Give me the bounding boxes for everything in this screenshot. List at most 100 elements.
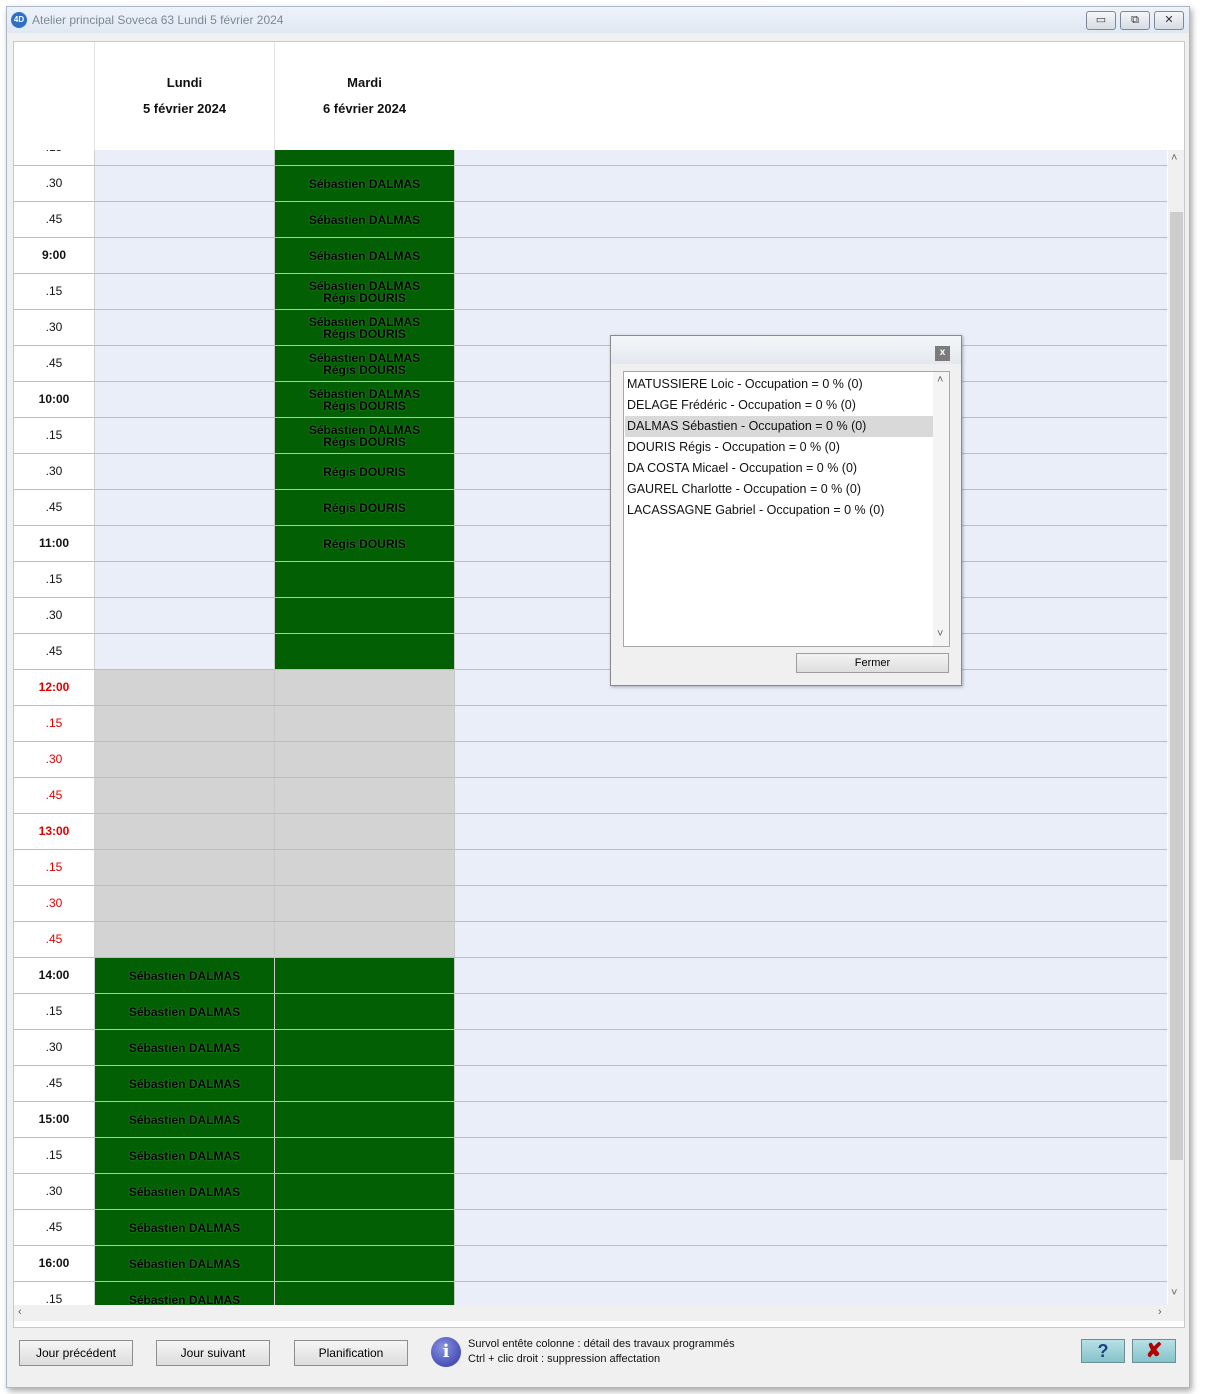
scroll-left-icon[interactable]: ‹ [18,1306,22,1318]
schedule-cell[interactable]: Sébastien DALMAS Régis DOURIS [275,310,455,346]
schedule-cell[interactable] [275,814,455,850]
list-scroll-down-icon[interactable]: ˅ [937,628,943,640]
employee-list-item[interactable]: DELAGE Frédéric - Occupation = 0 % (0) [625,395,933,416]
scroll-up-icon[interactable]: ˄ [1171,152,1177,164]
schedule-cell[interactable] [275,1174,455,1210]
schedule-cell[interactable] [95,742,275,778]
window-close-button[interactable]: ✕ [1154,11,1184,30]
header-filler [454,42,1167,150]
employee-list-item[interactable]: DALMAS Sébastien - Occupation = 0 % (0) [625,416,933,437]
schedule-cell[interactable] [95,310,275,346]
schedule-cell[interactable] [95,778,275,814]
schedule-cell[interactable] [275,922,455,958]
previous-day-button[interactable]: Jour précédent [19,1340,133,1366]
minimize-button[interactable]: ▭ [1086,11,1116,30]
schedule-cell[interactable] [275,1282,455,1305]
dialog-close-icon[interactable]: x [935,346,950,361]
schedule-cell[interactable] [95,814,275,850]
schedule-cell[interactable]: Sébastien DALMAS [95,1102,275,1138]
schedule-cell[interactable]: Sébastien DALMAS [275,202,455,238]
schedule-cell[interactable] [275,1138,455,1174]
restore-button[interactable]: ⧉ [1120,11,1150,30]
schedule-cell[interactable] [275,958,455,994]
schedule-cell[interactable] [275,1066,455,1102]
schedule-cell[interactable] [275,742,455,778]
schedule-cell[interactable] [95,490,275,526]
horizontal-scrollbar[interactable]: ‹ › [14,1305,1184,1321]
next-day-button[interactable]: Jour suivant [156,1340,270,1366]
column-header-monday[interactable]: Lundi 5 février 2024 [95,42,275,150]
schedule-cell[interactable]: Régis DOURIS [275,526,455,562]
schedule-cell[interactable] [95,886,275,922]
title-bar[interactable]: 4D Atelier principal Soveca 63 Lundi 5 f… [7,7,1189,33]
schedule-cell[interactable]: Sébastien DALMAS Régis DOURIS [275,418,455,454]
schedule-cell[interactable] [95,598,275,634]
schedule-cell[interactable] [95,850,275,886]
schedule-cell[interactable]: Sébastien DALMAS [95,1030,275,1066]
schedule-cell[interactable] [95,670,275,706]
employee-list-item[interactable]: DOURIS Régis - Occupation = 0 % (0) [625,437,933,458]
schedule-cell[interactable]: Sébastien DALMAS [95,958,275,994]
help-button[interactable]: ? [1081,1339,1125,1363]
schedule-cell[interactable]: Sébastien DALMAS [95,1246,275,1282]
schedule-cell[interactable]: Sébastien DALMAS Régis DOURIS [275,346,455,382]
scroll-right-icon[interactable]: › [1158,1306,1162,1318]
list-scroll-up-icon[interactable]: ˄ [937,374,943,386]
schedule-cell[interactable] [95,418,275,454]
schedule-cell[interactable] [95,274,275,310]
employee-list-item[interactable]: DA COSTA Micael - Occupation = 0 % (0) [625,458,933,479]
schedule-cell[interactable] [95,634,275,670]
schedule-cell[interactable]: Sébastien DALMAS [95,1066,275,1102]
planning-button[interactable]: Planification [294,1340,408,1366]
schedule-cell[interactable] [275,150,455,166]
schedule-cell[interactable] [95,706,275,742]
schedule-cell[interactable] [275,706,455,742]
employee-list-item[interactable]: MATUSSIERE Loic - Occupation = 0 % (0) [625,374,933,395]
time-slot-row: .30 [14,598,1167,634]
schedule-cell[interactable]: Sébastien DALMAS [95,1282,275,1305]
schedule-cell[interactable]: Régis DOURIS [275,454,455,490]
schedule-cell[interactable]: Sébastien DALMAS [95,994,275,1030]
schedule-cell[interactable]: Sébastien DALMAS [95,1174,275,1210]
schedule-cell[interactable] [95,562,275,598]
schedule-cell[interactable] [275,670,455,706]
schedule-cell[interactable] [95,150,275,166]
employee-list-dialog: x ˄ ˅ MATUSSIERE Loic - Occupation = 0 %… [610,335,962,686]
employee-list-item[interactable]: LACASSAGNE Gabriel - Occupation = 0 % (0… [625,500,933,521]
schedule-cell[interactable]: Sébastien DALMAS Régis DOURIS [275,274,455,310]
column-header-tuesday[interactable]: Mardi 6 février 2024 [275,42,455,150]
schedule-cell[interactable]: Régis DOURIS [275,490,455,526]
schedule-cell[interactable] [275,1246,455,1282]
schedule-cell[interactable]: Sébastien DALMAS [275,166,455,202]
dialog-title-bar[interactable]: x [611,336,961,364]
schedule-cell[interactable]: Sébastien DALMAS [95,1138,275,1174]
schedule-cell[interactable] [275,1210,455,1246]
schedule-cell[interactable] [95,202,275,238]
schedule-cell[interactable] [95,238,275,274]
schedule-cell[interactable] [95,526,275,562]
schedule-cell[interactable] [275,994,455,1030]
schedule-cell[interactable] [95,166,275,202]
schedule-cell[interactable] [275,850,455,886]
employee-list-item[interactable]: GAUREL Charlotte - Occupation = 0 % (0) [625,479,933,500]
schedule-cell[interactable] [275,886,455,922]
schedule-cell[interactable] [95,382,275,418]
vertical-scroll-thumb[interactable] [1170,212,1183,1160]
schedule-cell[interactable]: Sébastien DALMAS Régis DOURIS [275,382,455,418]
scroll-down-icon[interactable]: ˅ [1171,1287,1177,1299]
schedule-cell[interactable] [275,778,455,814]
schedule-cell[interactable] [275,598,455,634]
fermer-button[interactable]: Fermer [796,653,949,673]
close-button[interactable]: ✘ [1132,1339,1176,1363]
schedule-cell[interactable] [275,562,455,598]
schedule-cell[interactable]: Sébastien DALMAS [95,1210,275,1246]
schedule-cell[interactable]: Sébastien DALMAS [275,238,455,274]
schedule-cell[interactable] [275,1030,455,1066]
employee-listbox[interactable]: ˄ ˅ MATUSSIERE Loic - Occupation = 0 % (… [623,371,950,647]
schedule-cell[interactable] [95,922,275,958]
schedule-cell[interactable] [95,346,275,382]
schedule-cell[interactable] [275,1102,455,1138]
schedule-cell[interactable] [275,634,455,670]
list-scrollbar[interactable]: ˄ ˅ [933,372,949,646]
schedule-cell[interactable] [95,454,275,490]
